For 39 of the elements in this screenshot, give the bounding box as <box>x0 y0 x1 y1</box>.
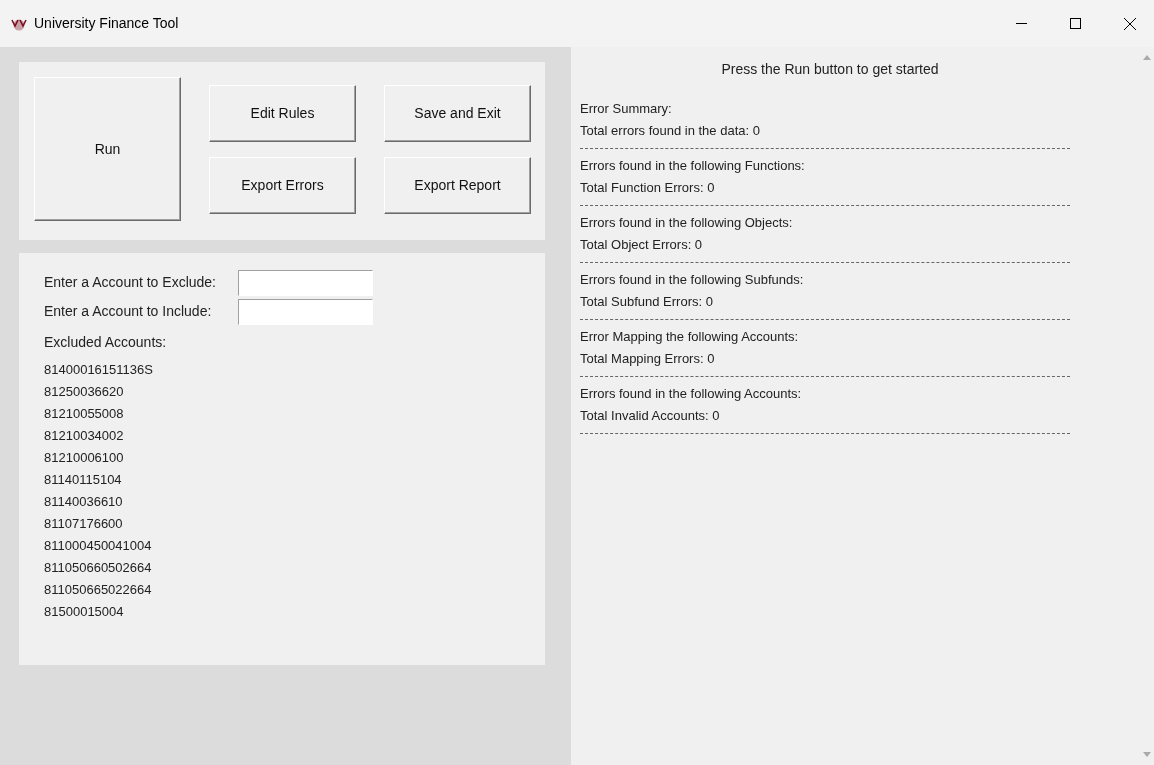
account-number: 81210034002 <box>44 427 124 445</box>
account-number: 811050665022664 <box>44 581 152 599</box>
account-number: 81140036610 <box>44 493 123 511</box>
action-button[interactable]: Export Errors <box>209 156 356 214</box>
window-title: University Finance Tool <box>34 14 179 33</box>
field-label: Enter a Account to Include: <box>44 302 213 321</box>
section-total: Total Mapping Errors: 0 <box>580 350 715 368</box>
section-total: Total Object Errors: 0 <box>580 236 703 254</box>
run-button[interactable]: Run <box>34 77 181 221</box>
output-header: Press the Run button to get started <box>721 60 939 79</box>
section-total: Total Invalid Accounts: 0 <box>580 407 720 425</box>
account-number: 81250036620 <box>44 383 124 401</box>
account-number: 811050660502664 <box>44 559 152 577</box>
section-title: Errors found in the following Objects: <box>580 214 793 232</box>
account-number: 811000450041004 <box>44 537 152 555</box>
section-total: Total Subfund Errors: 0 <box>580 293 713 311</box>
section-title: Errors found in the following Functions: <box>580 157 805 175</box>
section-total: Total errors found in the data: 0 <box>580 122 760 140</box>
section-title: Error Summary: <box>580 100 672 118</box>
account-number: 81210006100 <box>44 449 124 467</box>
action-button[interactable]: Save and Exit <box>384 84 531 142</box>
action-button[interactable]: Edit Rules <box>209 84 356 142</box>
account-number: 81500015004 <box>44 603 124 621</box>
section-title: Errors found in the following Accounts: <box>580 385 802 403</box>
input-field[interactable] <box>238 269 373 296</box>
account-number: 81107176600 <box>44 515 123 533</box>
excluded-accounts-label: Excluded Accounts: <box>44 333 168 352</box>
close-icon[interactable] <box>1124 17 1136 30</box>
section-total: Total Function Errors: 0 <box>580 179 715 197</box>
scroll-up-icon[interactable] <box>1143 55 1151 60</box>
field-label: Enter a Account to Exclude: <box>44 273 217 292</box>
section-title: Errors found in the following Subfunds: <box>580 271 804 289</box>
section-title: Error Mapping the following Accounts: <box>580 328 799 346</box>
account-number: 81210055008 <box>44 405 124 423</box>
input-field[interactable] <box>238 298 373 325</box>
action-button[interactable]: Export Report <box>384 156 531 214</box>
account-number: 81400016151136S <box>44 361 153 379</box>
scroll-down-icon[interactable] <box>1143 752 1151 757</box>
account-number: 81140115104 <box>44 471 122 489</box>
